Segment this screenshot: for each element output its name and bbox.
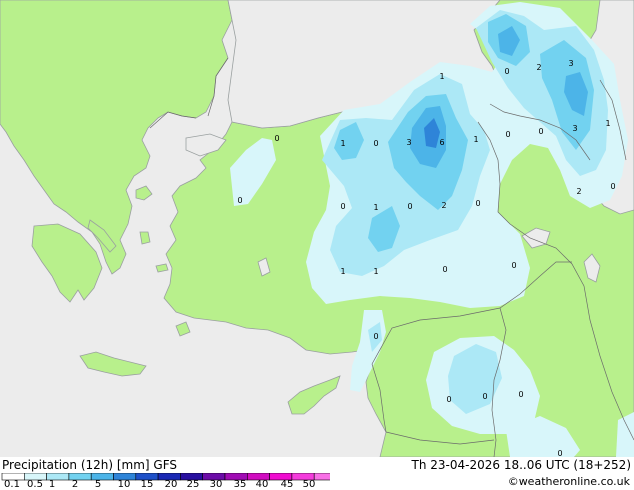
value-label: 1 <box>439 72 444 81</box>
legend-tick-label: 45 <box>280 479 294 490</box>
value-label: 0 <box>518 390 523 399</box>
legend-tick-label: 25 <box>186 479 200 490</box>
chios-land <box>139 231 151 245</box>
legend-tick-label: 0.1 <box>4 479 20 490</box>
value-label: 6 <box>439 138 444 147</box>
value-label: 1 <box>373 203 378 212</box>
value-label: 2 <box>576 187 581 196</box>
value-label: 0 <box>274 134 279 143</box>
value-label: 0 <box>610 182 615 191</box>
value-label: 0 <box>373 139 378 148</box>
legend-tick-label: 1 <box>48 479 56 490</box>
value-label: 3 <box>572 124 577 133</box>
legend-tick-label: 30 <box>209 479 223 490</box>
value-label: 0 <box>340 202 345 211</box>
legend-tick-label: 5 <box>94 479 102 490</box>
value-label: 0 <box>557 449 562 457</box>
value-label: 2 <box>441 201 446 210</box>
value-label: 0 <box>538 127 543 136</box>
value-label: 0 <box>373 332 378 341</box>
value-label: 1 <box>373 267 378 276</box>
map-title: Precipitation (12h) [mm] GFS <box>2 458 178 472</box>
legend-tick-labels: 0.1 0.5 1 2 5 10 15 20 25 30 35 40 45 50 <box>0 480 634 490</box>
legend-tick-label: 40 <box>255 479 269 490</box>
value-label: 3 <box>568 59 573 68</box>
legend-tick-label: 2 <box>71 479 79 490</box>
value-label: 0 <box>511 261 516 270</box>
valid-time: Th 23-04-2026 18..06 UTC (18+252) <box>411 458 631 472</box>
value-label: 0 <box>505 130 510 139</box>
value-label: 0 <box>475 199 480 208</box>
value-label: 0 <box>482 392 487 401</box>
legend-tick-label: 10 <box>117 479 131 490</box>
value-label: 0 <box>442 265 447 274</box>
precipitation-map: 0 0 1 0 3 6 1 1 0 2 3 3 1 0 0 2 0 0 1 0 … <box>0 0 634 457</box>
value-label: 1 <box>340 267 345 276</box>
legend-tick-label: 15 <box>140 479 154 490</box>
value-label: 2 <box>536 63 541 72</box>
legend-tick-label: 50 <box>302 479 316 490</box>
value-label: 0 <box>237 196 242 205</box>
legend-tick-label: 20 <box>164 479 178 490</box>
value-label: 0 <box>504 67 509 76</box>
value-label: 1 <box>473 135 478 144</box>
legend-tick-label: 35 <box>233 479 247 490</box>
value-label: 1 <box>605 119 610 128</box>
value-label: 3 <box>406 138 411 147</box>
legend-swatch <box>313 473 330 481</box>
value-label: 0 <box>446 395 451 404</box>
legend-tick-label: 0.5 <box>27 479 43 490</box>
value-label: 1 <box>340 139 345 148</box>
value-label: 0 <box>407 202 412 211</box>
